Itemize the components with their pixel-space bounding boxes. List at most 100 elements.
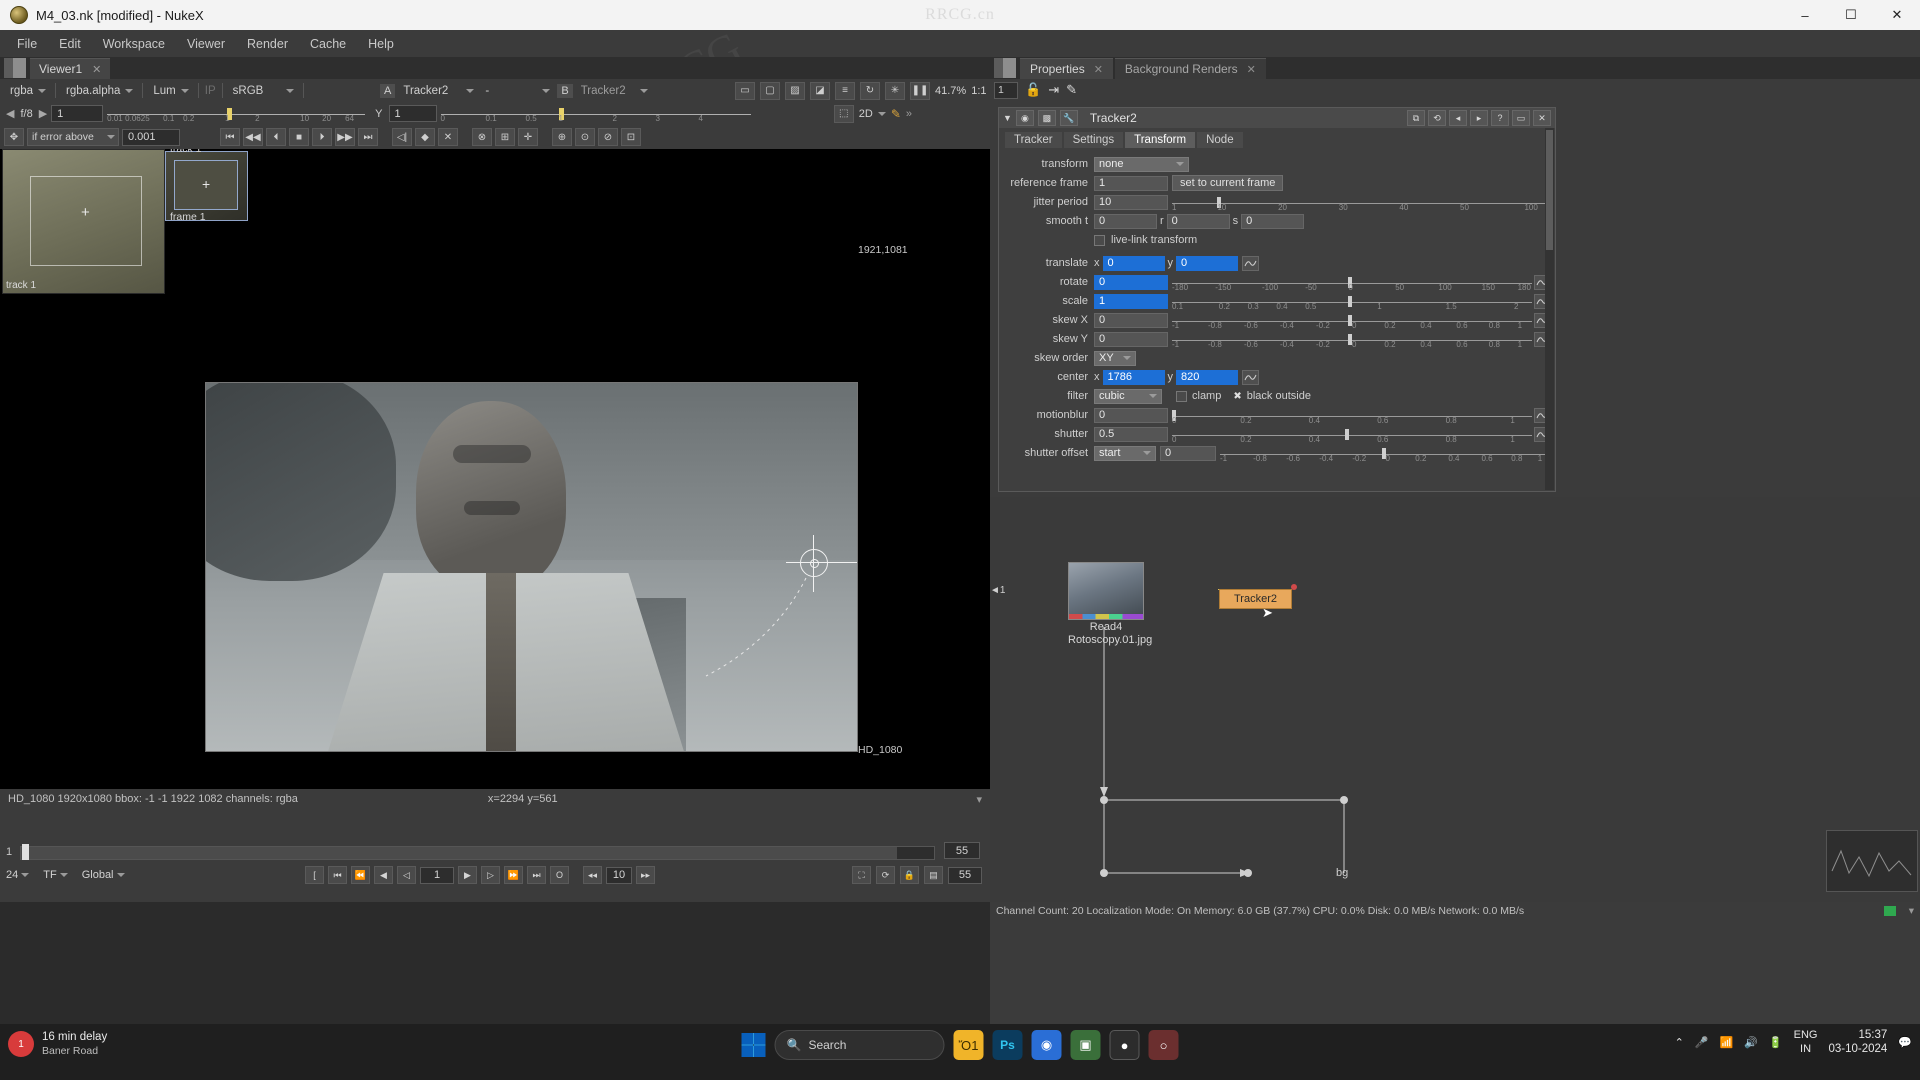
play-backward-icon[interactable]: ◀ [374,866,393,884]
param-smooth-s-input[interactable]: 0 [1241,213,1305,229]
step-back-icon[interactable]: ◁ [397,866,416,884]
taskbar-app-nuke[interactable]: ● [1109,1030,1140,1060]
fullscreen-icon[interactable]: ⛶ [852,866,871,884]
windows-start-icon[interactable] [741,1033,766,1057]
close-icon[interactable]: ✕ [92,63,101,76]
keyframe-prev-icon[interactable]: ◁| [392,128,412,146]
notification-center-icon[interactable]: 💬 [1898,1036,1912,1049]
taskbar-app-media[interactable]: ○ [1148,1030,1179,1060]
node-color-icon[interactable]: ◉ [1015,110,1034,126]
close-icon[interactable]: ✕ [1094,63,1103,76]
dimension-mode[interactable]: 2D [859,108,873,120]
fps-mode[interactable]: TF [43,869,56,881]
pause-icon[interactable]: ❚❚ [910,81,930,100]
remove-track-icon[interactable]: ⊘ [598,128,618,146]
param-jitter-period-input[interactable]: 10 [1094,194,1168,210]
input-a-select[interactable]: Tracker2 [399,82,477,99]
link-tracks-icon[interactable]: ⊕ [552,128,572,146]
maximize-button[interactable]: ☐ [1828,0,1874,30]
chevron-down-icon[interactable] [877,111,886,116]
gamma-value-input[interactable]: 1 [388,105,437,122]
node-mask-icon[interactable]: ▩ [1037,110,1056,126]
wrench-icon[interactable]: 🔧 [1059,110,1078,126]
track-mode-icon[interactable]: ⊞ [495,128,515,146]
tab-transform[interactable]: Transform [1125,132,1196,148]
set-in-point-icon[interactable]: [ [305,866,324,884]
chevron-down-icon[interactable]: ▾ [976,793,982,806]
param-filter-select[interactable]: cubic [1094,388,1162,404]
taskbar-search[interactable]: 🔍 Search [774,1030,945,1060]
panel-grip-icon[interactable] [994,58,1016,78]
wipe-icon[interactable]: ▭ [735,81,755,100]
frame-decrement-icon[interactable]: ◂◂ [583,866,602,884]
lock-icon[interactable]: 🔒 [900,866,919,884]
track-thumbnail-a[interactable]: + track 1 [2,149,165,294]
taskbar-app-terminal[interactable]: ▣ [1070,1030,1101,1060]
menu-item-edit[interactable]: Edit [48,33,92,55]
chevron-down-icon[interactable]: ▾ [1909,905,1914,917]
menu-item-render[interactable]: Render [236,33,299,55]
clear-all-icon[interactable]: ⊗ [472,128,492,146]
param-scale-slider[interactable]: 0.1 0.2 0.3 0.4 0.5 1 1.5 2 [1172,293,1532,311]
param-rotate-slider[interactable]: -180 -150 -100 -50 0 50 100 150 180 [1172,274,1532,292]
tab-viewer1[interactable]: Viewer1 ✕ [30,58,111,79]
param-skew-order-select[interactable]: XY [1094,350,1136,366]
close-icon[interactable]: ✕ [1533,110,1551,126]
minimize-button[interactable]: – [1782,0,1828,30]
add-track-icon[interactable]: ✛ [518,128,538,146]
param-transform-select[interactable]: none [1094,156,1189,172]
zoom-ratio[interactable]: 1:1 [971,85,986,97]
minimize-panel-icon[interactable]: ▭ [1512,110,1530,126]
tab-properties[interactable]: Properties ✕ [1020,58,1113,79]
param-motionblur-input[interactable]: 0 [1094,407,1168,423]
set-out-point-icon[interactable]: O [550,866,569,884]
frame-increment-icon[interactable]: ▸▸ [636,866,655,884]
param-translate-x-input[interactable]: 0 [1102,255,1165,271]
pencil-icon[interactable]: ✎ [891,107,901,121]
clip-warning-icon[interactable]: ◪ [810,81,830,100]
loop-icon[interactable]: ⟳ [876,866,895,884]
collapse-triangle-icon[interactable]: ▼ [1003,113,1012,123]
proxy-icon[interactable]: ▢ [760,81,780,100]
layer-select[interactable]: rgba.alpha [62,82,136,99]
viewer-plate-image[interactable] [205,382,858,752]
playback-range-end[interactable]: 55 [948,866,982,884]
menu-item-cache[interactable]: Cache [299,33,357,55]
volume-icon[interactable]: 🔊 [1744,1036,1758,1049]
menu-item-viewer[interactable]: Viewer [176,33,236,55]
param-center-y-input[interactable]: 820 [1176,369,1238,385]
tab-background-renders[interactable]: Background Renders ✕ [1114,58,1266,79]
chevron-down-icon[interactable] [116,873,125,877]
refresh-icon[interactable]: ↻ [860,81,880,100]
pan-tool-icon[interactable]: ✥ [4,128,24,146]
input-operation-select[interactable]: - [481,82,553,99]
set-to-current-frame-button[interactable]: set to current frame [1172,175,1284,191]
keyframe-add-icon[interactable]: ◆ [415,128,435,146]
timeline-track[interactable] [20,844,935,864]
clamp-checkbox[interactable] [1176,390,1187,402]
menu-lines-icon[interactable]: ≡ [835,81,855,100]
step-backward-icon[interactable]: ⏴ [266,128,286,146]
prev-node-icon[interactable]: ◂ [1449,110,1467,126]
keyframe-delete-icon[interactable]: ✕ [438,128,458,146]
revert-icon[interactable]: ⟲ [1428,110,1446,126]
goto-end-icon[interactable]: ⏭ [527,866,546,884]
track-forward-icon[interactable]: ▶▶ [335,128,355,146]
track-forward-all-icon[interactable]: ⏭ [358,128,378,146]
translate-animation-icon[interactable] [1242,255,1259,271]
next-keyframe-icon[interactable]: ⏩ [504,866,523,884]
pencil-icon[interactable]: ✎ [1066,82,1077,98]
param-skew-y-slider[interactable]: -1 -0.8 -0.6 -0.4 -0.2 0 0.2 0.4 0.6 0.8… [1172,331,1532,349]
expand-chevrons-icon[interactable]: » [906,108,912,120]
unlock-icon[interactable]: 🔓 [1025,82,1041,98]
sync-mode[interactable]: Global [82,869,114,881]
node-graph-minimap[interactable] [1826,830,1918,892]
panel-grip-icon[interactable] [4,58,26,78]
play-forward-icon[interactable]: ▶ [458,866,477,884]
gain-next-icon[interactable]: ▶ [39,107,47,120]
properties-scrollbar[interactable] [1545,128,1554,490]
input-b-select[interactable]: Tracker2 [577,82,651,99]
center-animation-icon[interactable] [1242,369,1259,385]
tab-tracker[interactable]: Tracker [1005,132,1062,148]
param-motionblur-slider[interactable]: 0 0.2 0.4 0.6 0.8 1 [1172,407,1532,425]
